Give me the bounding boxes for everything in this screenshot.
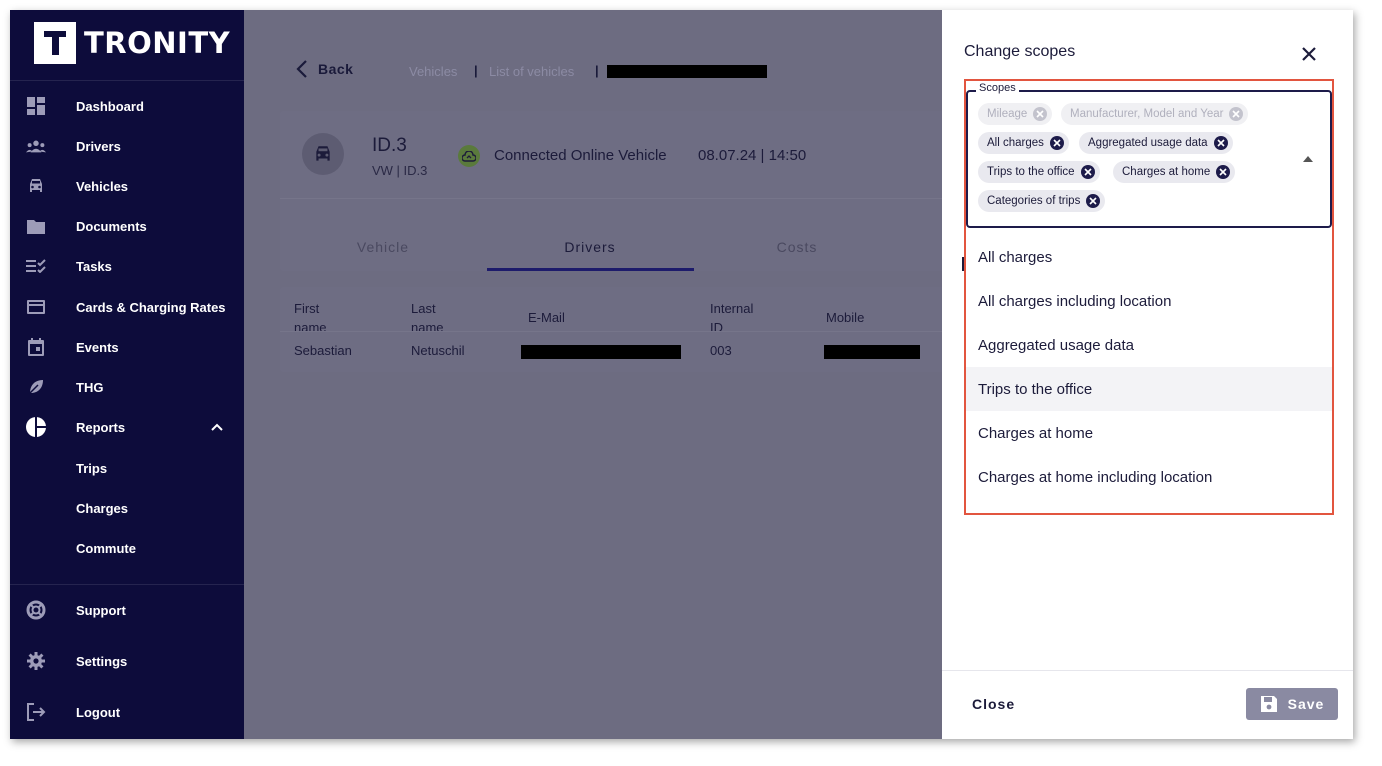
close-button[interactable]: Close bbox=[972, 696, 1015, 712]
credit-card-icon bbox=[26, 297, 46, 317]
tasks-icon bbox=[26, 256, 46, 276]
sidebar-item-dashboard[interactable]: Dashboard bbox=[10, 91, 244, 121]
close-icon[interactable] bbox=[1300, 45, 1318, 63]
vehicle-avatar bbox=[302, 133, 344, 175]
sidebar-item-label: Tasks bbox=[76, 258, 112, 274]
brand-logo[interactable]: TRONITY bbox=[34, 22, 230, 64]
column-header[interactable]: E-Mail bbox=[528, 308, 565, 327]
save-label: Save bbox=[1287, 696, 1325, 712]
highlight-box bbox=[964, 79, 1334, 515]
sidebar: TRONITY Dashboard Drivers Vehicles Docum… bbox=[10, 10, 244, 739]
lifebuoy-icon bbox=[26, 600, 46, 620]
cell-first-name: Sebastian bbox=[294, 343, 352, 358]
sidebar-item-label: Reports bbox=[76, 419, 126, 435]
sidebar-item-thg[interactable]: THG bbox=[10, 372, 244, 402]
chevron-left-icon bbox=[296, 60, 307, 78]
brand-name: TRONITY bbox=[84, 26, 231, 60]
column-header[interactable]: Mobile bbox=[826, 308, 864, 327]
sidebar-item-label: THG bbox=[76, 379, 104, 395]
vehicle-name: ID.3 bbox=[372, 135, 407, 156]
sidebar-item-label: Commute bbox=[76, 540, 136, 556]
vehicle-header: ID.3 VW | ID.3 Connected Online Vehicle … bbox=[280, 111, 980, 199]
sidebar-item-documents[interactable]: Documents bbox=[10, 211, 244, 241]
back-button[interactable]: Back bbox=[296, 60, 353, 78]
pie-chart-icon bbox=[26, 417, 46, 437]
panel-title: Change scopes bbox=[964, 43, 1076, 60]
tab-drivers[interactable]: Drivers bbox=[487, 239, 693, 255]
vehicle-make-model: VW | ID.3 bbox=[372, 163, 428, 178]
active-tab-indicator bbox=[487, 268, 694, 271]
gear-icon bbox=[26, 651, 46, 671]
breadcrumb-separator: | bbox=[474, 63, 478, 78]
leaf-icon bbox=[26, 377, 46, 397]
sidebar-item-label: Support bbox=[76, 602, 126, 618]
sidebar-item-support[interactable]: Support bbox=[10, 595, 244, 625]
breadcrumb-vehicles[interactable]: Vehicles bbox=[409, 64, 457, 79]
back-label: Back bbox=[318, 61, 354, 77]
sidebar-item-tasks[interactable]: Tasks bbox=[10, 251, 244, 281]
vehicle-card: ID.3 VW | ID.3 Connected Online Vehicle … bbox=[280, 111, 980, 271]
breadcrumb-separator: | bbox=[595, 63, 599, 78]
breadcrumb-list-of-vehicles[interactable]: List of vehicles bbox=[489, 64, 574, 79]
sidebar-item-drivers[interactable]: Drivers bbox=[10, 131, 244, 161]
folder-icon bbox=[26, 216, 46, 236]
sidebar-item-events[interactable]: Events bbox=[10, 332, 244, 362]
sidebar-item-label: Documents bbox=[76, 218, 147, 234]
app-window: TRONITY Dashboard Drivers Vehicles Docum… bbox=[10, 10, 1353, 739]
table-divider bbox=[280, 331, 980, 332]
logout-icon bbox=[26, 702, 46, 722]
sidebar-item-label: Settings bbox=[76, 653, 128, 669]
cloud-connected-icon bbox=[458, 145, 480, 167]
cell-internal-id: 003 bbox=[710, 343, 732, 358]
drivers-table: First name Last name E-Mail Internal ID … bbox=[280, 287, 980, 372]
sidebar-item-reports[interactable]: Reports bbox=[10, 412, 244, 442]
dashboard-icon bbox=[26, 96, 46, 116]
redacted-breadcrumb bbox=[607, 65, 767, 78]
redacted-email bbox=[521, 345, 681, 359]
sidebar-item-label: Charges bbox=[76, 500, 129, 516]
logo-mark bbox=[34, 22, 76, 64]
car-icon bbox=[316, 146, 330, 161]
sidebar-subitem-commute[interactable]: Commute bbox=[10, 533, 244, 563]
sidebar-item-label: Vehicles bbox=[76, 178, 129, 194]
divider bbox=[10, 584, 244, 585]
sidebar-item-label: Dashboard bbox=[76, 98, 144, 114]
people-icon bbox=[26, 136, 46, 156]
vehicle-timestamp: 08.07.24 | 14:50 bbox=[698, 147, 807, 164]
sidebar-subitem-trips[interactable]: Trips bbox=[10, 453, 244, 483]
divider bbox=[10, 80, 244, 81]
calendar-icon bbox=[26, 337, 46, 357]
sidebar-subitem-charges[interactable]: Charges bbox=[10, 493, 244, 523]
cell-last-name: Netuschil bbox=[411, 343, 465, 358]
floppy-disk-icon bbox=[1260, 696, 1277, 712]
change-scopes-panel: Change scopes Scopes Mileage Manufacture… bbox=[942, 10, 1353, 739]
redacted-mobile bbox=[824, 345, 920, 359]
vehicle-status: Connected Online Vehicle bbox=[494, 147, 667, 164]
sidebar-item-label: Drivers bbox=[76, 138, 121, 154]
sidebar-item-label: Cards & Charging Rates bbox=[76, 299, 226, 315]
car-icon bbox=[26, 176, 46, 196]
tab-vehicle[interactable]: Vehicle bbox=[280, 239, 486, 255]
sidebar-item-logout[interactable]: Logout bbox=[10, 697, 244, 727]
chevron-up-icon[interactable] bbox=[209, 419, 225, 435]
sidebar-item-cards-charging-rates[interactable]: Cards & Charging Rates bbox=[10, 292, 244, 322]
sidebar-item-label: Logout bbox=[76, 704, 121, 720]
sidebar-item-vehicles[interactable]: Vehicles bbox=[10, 171, 244, 201]
sidebar-item-label: Events bbox=[76, 339, 119, 355]
tab-costs[interactable]: Costs bbox=[694, 239, 900, 255]
sidebar-item-settings[interactable]: Settings bbox=[10, 646, 244, 676]
footer-divider bbox=[942, 670, 1353, 671]
save-button[interactable]: Save bbox=[1246, 688, 1338, 720]
sidebar-item-label: Trips bbox=[76, 460, 108, 476]
